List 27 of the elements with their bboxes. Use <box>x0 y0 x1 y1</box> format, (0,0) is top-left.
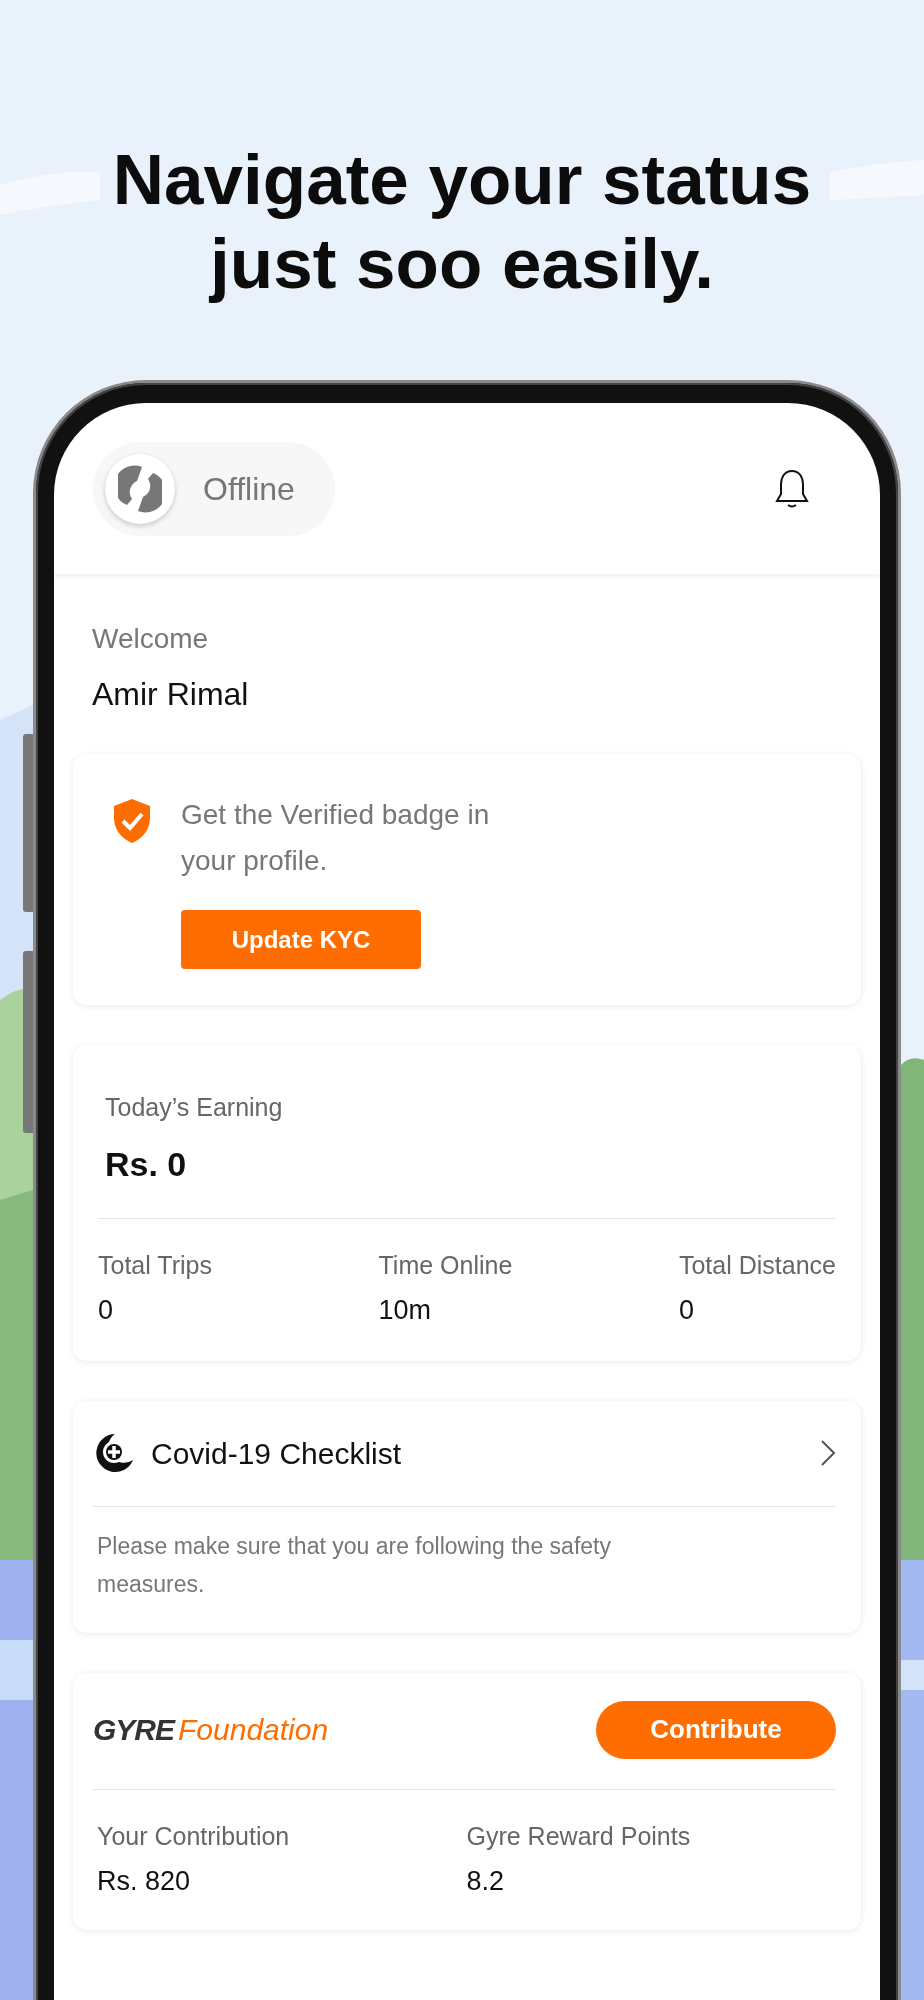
stat-label: Your Contribution <box>97 1820 291 1852</box>
stat-label: Gyre Reward Points <box>466 1820 692 1852</box>
stat-label: Total Trips <box>98 1249 212 1281</box>
checklist-title: Covid-19 Checklist <box>151 1435 403 1472</box>
foundation-logo: GYREFoundation <box>93 1712 329 1748</box>
welcome-label: Welcome <box>92 622 210 656</box>
checklist-note: Please make sure that you are following the safety measures. <box>96 1531 612 1599</box>
stat-value: 10m <box>378 1294 433 1327</box>
update-kyc-button[interactable]: Update KYC <box>181 910 421 969</box>
stat-value: 0 <box>98 1294 115 1327</box>
status-toggle[interactable]: Offline <box>93 441 335 536</box>
stat-label: Time Online <box>378 1249 513 1281</box>
notification-bell-icon[interactable] <box>774 467 810 510</box>
stat-value: 8.2 <box>466 1865 506 1898</box>
earning-amount: Rs. 0 <box>105 1143 188 1185</box>
user-name: Amir Rimal <box>92 675 250 714</box>
checklist-card[interactable]: Covid-19 Checklist Please make sure that you are following the safety measures. <box>73 1400 861 1633</box>
stat-value: Rs. 820 <box>97 1865 192 1898</box>
kyc-message: Get the Verified badge in your profile. <box>181 798 491 878</box>
headline: Navigate your status just soo easily. <box>111 139 813 305</box>
stat-value: 0 <box>678 1294 695 1327</box>
earning-label: Today’s Earning <box>105 1092 284 1123</box>
chevron-right-icon <box>820 1439 836 1467</box>
contribute-button[interactable]: Contribute <box>596 1700 836 1759</box>
medical-cross-icon <box>93 1432 135 1474</box>
verified-shield-icon <box>113 798 151 844</box>
stat-label: Total Distance <box>678 1249 836 1281</box>
